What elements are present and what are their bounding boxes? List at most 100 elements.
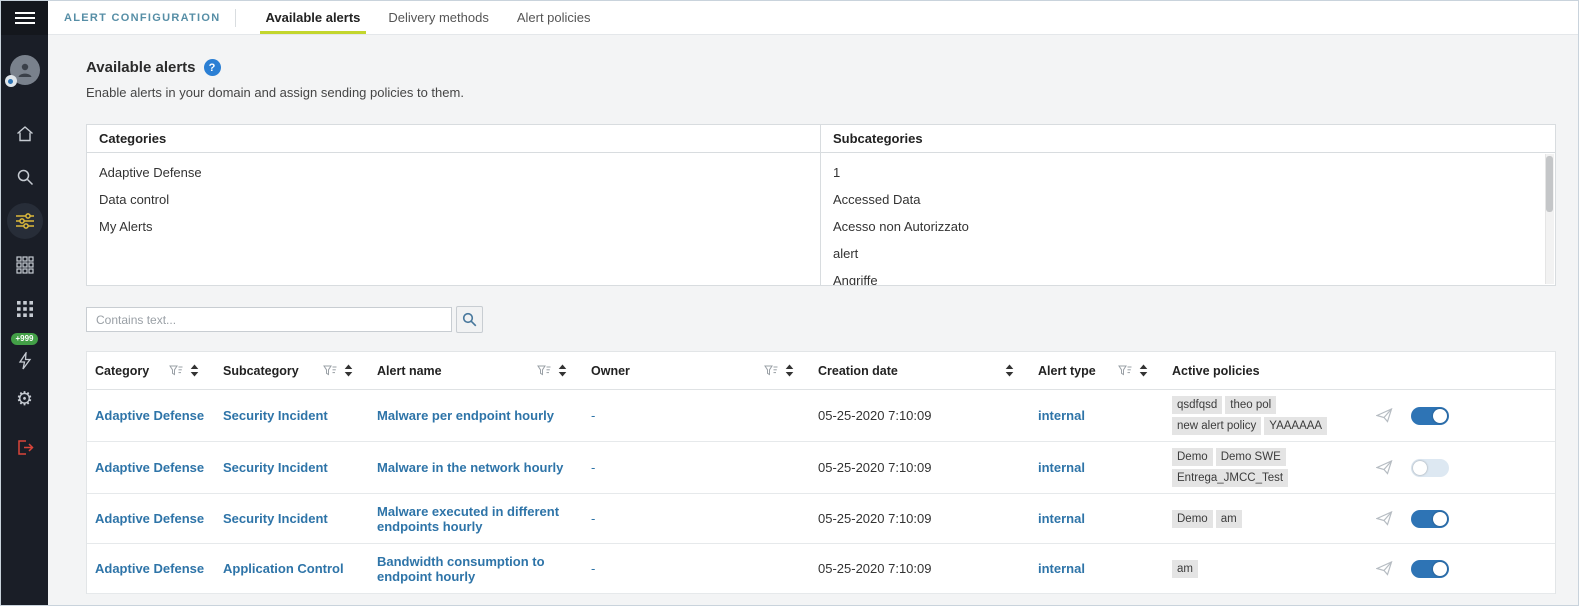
cell-alert-type: internal — [1038, 460, 1085, 475]
toggle-knob — [1433, 561, 1447, 576]
cell-subcategory[interactable]: Security Incident — [223, 505, 377, 532]
subcategories-scrollbar[interactable] — [1545, 154, 1554, 284]
sidebar-nav: +999 ⚙ — [1, 111, 48, 469]
apps-grid-icon — [15, 256, 34, 274]
col-active-policies: Active policies — [1172, 363, 1260, 378]
subcategory-item[interactable]: Acesso non Autorizzato — [821, 213, 1555, 240]
alert-enabled-toggle[interactable] — [1411, 559, 1449, 578]
cell-alert-name[interactable]: Malware per endpoint hourly — [377, 402, 591, 429]
avatar[interactable] — [4, 55, 40, 87]
filter-icon[interactable] — [764, 365, 778, 376]
filter-icon[interactable] — [537, 365, 551, 376]
policy-tag: qsdfqsd — [1172, 396, 1223, 414]
sidebar: +999 ⚙ — [1, 1, 48, 605]
send-test-alert-button[interactable] — [1367, 402, 1411, 429]
topbar: ALERT CONFIGURATION Available alerts Del… — [48, 1, 1578, 35]
sliders-icon — [15, 213, 34, 229]
category-item[interactable]: Data control — [87, 186, 820, 213]
sidebar-item-search[interactable] — [1, 155, 48, 199]
cell-alert-type: internal — [1038, 408, 1085, 423]
policy-tag: am — [1215, 509, 1242, 528]
send-test-alert-button[interactable] — [1367, 505, 1411, 532]
sidebar-item-settings[interactable]: ⚙ — [1, 377, 48, 421]
alert-enabled-toggle[interactable] — [1411, 458, 1449, 477]
filter-icon[interactable] — [323, 365, 337, 376]
tab-available-alerts[interactable]: Available alerts — [252, 1, 375, 34]
cell-subcategory[interactable]: Application Control — [223, 555, 377, 582]
user-icon — [18, 63, 31, 77]
send-test-alert-button[interactable] — [1367, 454, 1411, 481]
scrollbar-thumb[interactable] — [1546, 156, 1553, 212]
cell-alert-name[interactable]: Malware in the network hourly — [377, 454, 591, 481]
logout-icon — [17, 439, 34, 455]
sort-icon[interactable] — [344, 364, 353, 377]
sidebar-item-apps[interactable] — [1, 243, 48, 287]
alert-enabled-toggle[interactable] — [1411, 406, 1449, 425]
notifications-badge[interactable]: +999 — [11, 333, 38, 345]
policy-tag: Demo — [1172, 509, 1213, 528]
col-alert-name: Alert name — [377, 364, 591, 378]
table-row: Adaptive Defense Security Incident Malwa… — [87, 494, 1555, 544]
col-owner: Owner — [591, 364, 818, 378]
search-input[interactable] — [86, 307, 452, 332]
toggle-knob — [1433, 511, 1447, 526]
search-button[interactable] — [456, 306, 483, 333]
cell-alert-name[interactable]: Bandwidth consumption to endpoint hourly — [377, 548, 591, 590]
main-area: ALERT CONFIGURATION Available alerts Del… — [48, 1, 1578, 605]
table-row: Adaptive Defense Security Incident Malwa… — [87, 390, 1555, 442]
page-subtitle: Enable alerts in your domain and assign … — [86, 85, 464, 100]
table-header: Category Subcategory Alert name Owner Cr… — [87, 352, 1555, 390]
category-item[interactable]: My Alerts — [87, 213, 820, 240]
tab-alert-policies[interactable]: Alert policies — [503, 1, 605, 34]
help-icon[interactable]: ? — [203, 59, 221, 76]
policy-tag: Demo SWE — [1215, 448, 1286, 466]
filter-icon[interactable] — [1118, 365, 1132, 376]
cell-category[interactable]: Adaptive Defense — [95, 402, 223, 429]
category-item[interactable]: Adaptive Defense — [87, 159, 820, 186]
hamburger-menu-button[interactable] — [1, 1, 48, 35]
filter-icon[interactable] — [169, 365, 183, 376]
sort-icon[interactable] — [190, 364, 199, 377]
search-row — [86, 306, 1556, 333]
screen: +999 ⚙ ALERT CONFIGURATION Available ale… — [0, 0, 1579, 606]
cell-owner: - — [591, 561, 596, 576]
tab-delivery-methods[interactable]: Delivery methods — [374, 1, 502, 34]
sidebar-item-modules[interactable] — [1, 287, 48, 331]
sort-icon[interactable] — [1139, 364, 1148, 377]
alert-enabled-toggle[interactable] — [1411, 509, 1449, 528]
subcategory-item[interactable]: 1 — [821, 159, 1555, 186]
logout-button[interactable] — [1, 425, 48, 469]
cell-category[interactable]: Adaptive Defense — [95, 505, 223, 532]
col-subcategory: Subcategory — [223, 364, 377, 378]
cell-category[interactable]: Adaptive Defense — [95, 555, 223, 582]
page-head: Available alerts ? — [86, 59, 1556, 76]
subcategory-item[interactable]: alert — [821, 240, 1555, 267]
sort-icon[interactable] — [558, 364, 567, 377]
cell-alert-type: internal — [1038, 511, 1085, 526]
sort-icon[interactable] — [785, 364, 794, 377]
cell-subcategory[interactable]: Security Incident — [223, 402, 377, 429]
home-icon — [16, 125, 33, 141]
cell-subcategory[interactable]: Security Incident — [223, 454, 377, 481]
paper-plane-icon — [1375, 460, 1392, 475]
cell-owner: - — [591, 408, 596, 423]
cell-category[interactable]: Adaptive Defense — [95, 454, 223, 481]
cell-owner: - — [591, 511, 596, 526]
sidebar-item-home[interactable] — [1, 111, 48, 155]
cell-creation-date: 05-25-2020 7:10:09 — [818, 408, 932, 423]
cell-alert-type: internal — [1038, 561, 1085, 576]
send-test-alert-button[interactable] — [1367, 555, 1411, 582]
avatar-status-badge — [4, 75, 17, 87]
content: Available alerts ? Enable alerts in your… — [48, 35, 1578, 605]
sidebar-item-alert-configuration[interactable] — [1, 199, 48, 243]
sort-icon[interactable] — [1005, 364, 1014, 377]
sidebar-item-activity[interactable] — [1, 345, 48, 377]
cell-active-policies: qsdfqsd theo pol new alert policy YAAAAA… — [1172, 390, 1367, 441]
subcategories-header: Subcategories — [821, 125, 1555, 153]
subcategory-item[interactable]: Angriffe — [821, 267, 1555, 285]
search-icon — [17, 169, 33, 186]
page-title: Available alerts — [86, 59, 196, 76]
cell-alert-name[interactable]: Malware executed in different endpoints … — [377, 498, 591, 540]
cell-creation-date: 05-25-2020 7:10:09 — [818, 511, 932, 526]
subcategory-item[interactable]: Accessed Data — [821, 186, 1555, 213]
